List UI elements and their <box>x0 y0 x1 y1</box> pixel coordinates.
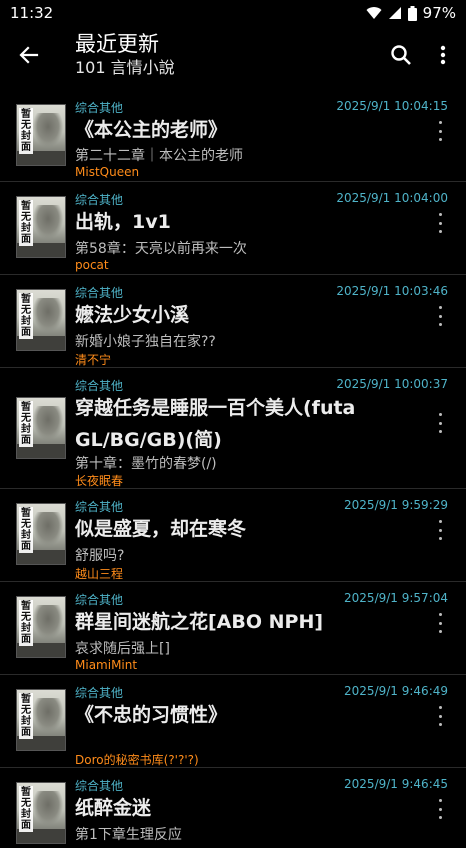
item-more-button[interactable] <box>434 121 446 141</box>
item-more-button[interactable] <box>434 213 446 233</box>
search-button[interactable] <box>386 40 416 70</box>
latest-chapter: 第58章：天亮以前再来一次 <box>75 241 247 257</box>
list-item[interactable]: 暂无封面 综合其他 2025/9/1 9:57:04 群星间迷航之花[ABO N… <box>0 582 466 675</box>
overflow-menu-button[interactable] <box>430 40 456 70</box>
author-name: MistQueen <box>75 165 140 179</box>
update-time: 2025/9/1 10:00:37 <box>336 377 448 391</box>
update-time: 2025/9/1 9:46:49 <box>344 684 448 698</box>
book-title: 群星间迷航之花[ABO NPH] <box>75 611 324 633</box>
list-item[interactable]: 暂无封面 综合其他 2025/9/1 10:03:46 嬷法少女小溪 新婚小娘子… <box>0 275 466 368</box>
more-vert-icon <box>440 45 446 65</box>
update-time: 2025/9/1 10:04:00 <box>336 191 448 205</box>
signal-icon <box>388 7 401 19</box>
update-time: 2025/9/1 10:04:15 <box>336 99 448 113</box>
latest-chapter: 第1下章生理反应 <box>75 827 182 843</box>
author-name: Doro的秘密书库(?'?'?) <box>75 753 199 767</box>
update-list: 暂无封面 综合其他 2025/9/1 10:04:15 《本公主的老师》 第二十… <box>0 90 466 848</box>
item-more-button[interactable] <box>434 520 446 540</box>
cover-placeholder-label: 暂无封面 <box>19 108 33 154</box>
list-item[interactable]: 暂无封面 综合其他 2025/9/1 9:46:49 《不忠的习惯性》 Doro… <box>0 675 466 768</box>
latest-chapter: 第二十二章｜本公主的老师 <box>75 148 243 164</box>
title-block: 最近更新 101 言情小說 <box>75 30 175 78</box>
battery-icon <box>407 5 417 21</box>
latest-chapter: 哀求随后强上[] <box>75 641 170 657</box>
back-button[interactable] <box>14 40 44 70</box>
book-cover: 暂无封面 <box>16 596 66 658</box>
cover-placeholder-label: 暂无封面 <box>19 200 33 246</box>
wifi-icon <box>366 7 382 20</box>
page-subtitle: 101 言情小說 <box>75 58 175 77</box>
latest-chapter: 第十章：墨竹的春梦(/) <box>75 456 217 472</box>
update-time: 2025/9/1 9:59:29 <box>344 498 448 512</box>
book-cover: 暂无封面 <box>16 196 66 258</box>
arrow-back-icon <box>19 46 39 64</box>
book-cover: 暂无封面 <box>16 397 66 459</box>
list-item[interactable]: 暂无封面 综合其他 2025/9/1 10:00:37 穿越任务是睡服一百个美人… <box>0 368 466 489</box>
status-bar: 11:32 97% <box>0 0 466 26</box>
book-cover: 暂无封面 <box>16 104 66 166</box>
latest-chapter: 舒服吗? <box>75 548 125 564</box>
book-cover: 暂无封面 <box>16 782 66 844</box>
cover-placeholder-label: 暂无封面 <box>19 507 33 553</box>
item-more-button[interactable] <box>434 613 446 633</box>
status-icons: 97% <box>366 4 456 22</box>
item-more-button[interactable] <box>434 306 446 326</box>
item-more-button[interactable] <box>434 799 446 819</box>
cover-placeholder-label: 暂无封面 <box>19 600 33 646</box>
author-name: pocat <box>75 258 109 272</box>
update-time: 2025/9/1 9:46:45 <box>344 777 448 791</box>
update-time: 2025/9/1 10:03:46 <box>336 284 448 298</box>
list-item[interactable]: 暂无封面 综合其他 2025/9/1 10:04:15 《本公主的老师》 第二十… <box>0 90 466 182</box>
cover-placeholder-label: 暂无封面 <box>19 401 33 447</box>
cover-placeholder-label: 暂无封面 <box>19 786 33 832</box>
list-item[interactable]: 暂无封面 综合其他 2025/9/1 10:04:00 出轨，1v1 第58章：… <box>0 182 466 275</box>
cover-placeholder-label: 暂无封面 <box>19 693 33 739</box>
book-title: 纸醉金迷 <box>75 797 152 819</box>
item-more-button[interactable] <box>434 706 446 726</box>
cover-placeholder-label: 暂无封面 <box>19 293 33 339</box>
book-cover: 暂无封面 <box>16 689 66 751</box>
book-title: 似是盛夏，却在寒冬 <box>75 518 247 540</box>
book-title: 出轨，1v1 <box>75 211 171 233</box>
list-item[interactable]: 暂无封面 综合其他 2025/9/1 9:46:45 纸醉金迷 第1下章生理反应 <box>0 768 466 848</box>
book-title: 嬷法少女小溪 <box>75 304 190 326</box>
page-title: 最近更新 <box>75 32 159 56</box>
status-time: 11:32 <box>10 4 54 22</box>
book-cover: 暂无封面 <box>16 503 66 565</box>
author-name: 越山三程 <box>75 567 124 581</box>
item-more-button[interactable] <box>434 413 446 433</box>
book-title: 《本公主的老师》 <box>75 119 228 141</box>
app-bar: 最近更新 101 言情小說 <box>0 26 466 90</box>
book-cover: 暂无封面 <box>16 289 66 351</box>
author-name: 长夜眠春 <box>75 474 124 488</box>
author-name: MiamiMint <box>75 658 138 672</box>
list-item[interactable]: 暂无封面 综合其他 2025/9/1 9:59:29 似是盛夏，却在寒冬 舒服吗… <box>0 489 466 582</box>
book-title: 穿越任务是睡服一百个美人(futa GL/BG/GB)(简) <box>75 397 356 451</box>
battery-percent: 97% <box>422 4 456 22</box>
latest-chapter: 新婚小娘子独自在家?? <box>75 334 216 350</box>
book-title: 《不忠的习惯性》 <box>75 704 228 726</box>
update-time: 2025/9/1 9:57:04 <box>344 591 448 605</box>
author-name: 清不宁 <box>75 353 112 367</box>
search-icon <box>391 45 411 65</box>
